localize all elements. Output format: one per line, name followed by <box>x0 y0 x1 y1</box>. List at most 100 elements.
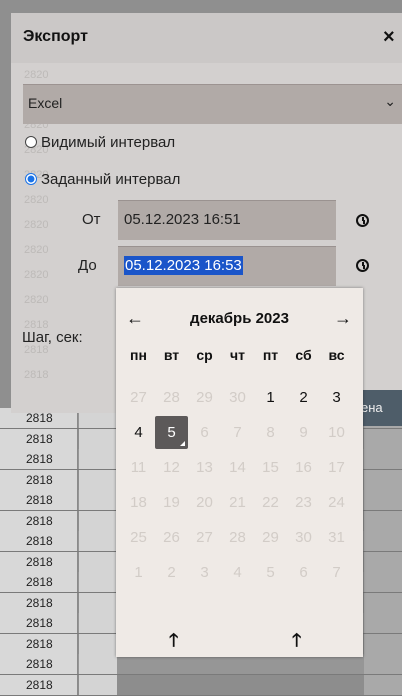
table-cell <box>79 674 117 695</box>
calendar-day[interactable]: 16 <box>287 451 320 484</box>
calendar-day[interactable]: 5 <box>155 416 188 449</box>
table-cell <box>364 449 402 469</box>
calendar-day[interactable]: 14 <box>221 451 254 484</box>
faint-number: 2820 <box>24 244 49 256</box>
calendar-day[interactable]: 4 <box>221 556 254 589</box>
calendar-day[interactable]: 30 <box>287 521 320 554</box>
table-cell <box>364 428 402 449</box>
calendar-day[interactable]: 12 <box>155 451 188 484</box>
dialog-title: Экспорт <box>23 28 88 45</box>
table-cell-value: 2818 <box>0 592 78 613</box>
radio-visible-label: Видимый интервал <box>41 134 176 151</box>
calendar-day[interactable]: 1 <box>254 381 287 414</box>
calendar-day[interactable]: 24 <box>320 486 353 519</box>
table-cell-value: 2818 <box>0 613 78 633</box>
calendar-day[interactable]: 19 <box>155 486 188 519</box>
next-month-arrow-icon[interactable]: → <box>334 308 352 329</box>
table-row[interactable]: 2818 <box>0 674 402 696</box>
faint-number: 2820 <box>24 219 49 231</box>
weekday-header: пт <box>262 347 279 363</box>
table-cell <box>79 654 117 674</box>
format-select[interactable]: Excel ⌄ <box>23 84 402 124</box>
table-cell-value: 2818 <box>0 490 78 510</box>
weekday-header: сб <box>295 347 312 363</box>
table-cell-value: 2818 <box>0 572 78 592</box>
radio-unchecked-icon <box>25 136 37 148</box>
minute-up-arrow-icon[interactable]: 🡑 <box>292 628 301 658</box>
table-cell <box>364 572 402 592</box>
calendar-day[interactable]: 7 <box>221 416 254 449</box>
table-cell <box>364 613 402 633</box>
calendar-day[interactable]: 18 <box>122 486 155 519</box>
from-label: От <box>82 211 101 228</box>
table-cell <box>79 510 117 531</box>
radio-custom-interval[interactable]: Заданный интервал <box>25 171 180 188</box>
calendar-day[interactable]: 22 <box>254 486 287 519</box>
table-cell-value: 2818 <box>0 510 78 531</box>
calendar-day[interactable]: 30 <box>221 381 254 414</box>
to-label: До <box>78 257 97 274</box>
calendar-day[interactable]: 23 <box>287 486 320 519</box>
table-cell-value: 2818 <box>0 654 78 674</box>
calendar-day[interactable]: 4 <box>122 416 155 449</box>
calendar-day[interactable]: 15 <box>254 451 287 484</box>
to-date-input[interactable]: 05.12.2023 16:53 <box>118 246 336 286</box>
format-select-value: Excel <box>28 95 63 111</box>
calendar-day[interactable]: 29 <box>254 521 287 554</box>
close-button[interactable]: × <box>383 26 395 49</box>
calendar-day[interactable]: 25 <box>122 521 155 554</box>
calendar-day[interactable]: 1 <box>122 556 155 589</box>
calendar-day[interactable]: 7 <box>320 556 353 589</box>
table-cell <box>79 551 117 572</box>
calendar-day[interactable]: 17 <box>320 451 353 484</box>
table-cell <box>364 592 402 613</box>
calendar-day[interactable]: 21 <box>221 486 254 519</box>
calendar-day[interactable]: 29 <box>188 381 221 414</box>
calendar-month-title[interactable]: декабрь 2023 <box>116 310 363 327</box>
calendar-day[interactable]: 26 <box>155 521 188 554</box>
table-cell <box>364 490 402 510</box>
calendar-day[interactable]: 8 <box>254 416 287 449</box>
dialog-header: Экспорт × <box>11 13 402 63</box>
calendar-day[interactable]: 28 <box>155 381 188 414</box>
calendar-day[interactable]: 9 <box>287 416 320 449</box>
calendar-day[interactable]: 10 <box>320 416 353 449</box>
calendar-day[interactable]: 27 <box>122 381 155 414</box>
faint-number: 2820 <box>24 294 49 306</box>
calendar-day[interactable]: 11 <box>122 451 155 484</box>
radio-checked-icon <box>25 173 37 185</box>
calendar-day[interactable]: 13 <box>188 451 221 484</box>
table-cell <box>79 613 117 633</box>
calendar-day[interactable]: 2 <box>155 556 188 589</box>
weekday-header: ср <box>196 347 213 363</box>
table-cell-value: 2818 <box>0 469 78 490</box>
calendar-day[interactable]: 6 <box>287 556 320 589</box>
calendar-day[interactable]: 20 <box>188 486 221 519</box>
from-date-input[interactable]: 05.12.2023 16:51 <box>118 200 336 240</box>
clock-icon[interactable] <box>356 259 369 272</box>
clock-icon[interactable] <box>356 214 369 227</box>
table-cell <box>364 510 402 531</box>
faint-number: 2818 <box>24 369 49 381</box>
table-cell <box>79 633 117 654</box>
table-cell <box>364 551 402 572</box>
table-cell <box>79 469 117 490</box>
step-label: Шаг, сек: <box>22 329 83 346</box>
calendar-day[interactable]: 6 <box>188 416 221 449</box>
radio-visible-interval[interactable]: Видимый интервал <box>25 134 175 151</box>
calendar-day[interactable]: 28 <box>221 521 254 554</box>
table-cell <box>364 531 402 551</box>
table-cell <box>364 674 402 695</box>
calendar-day[interactable]: 5 <box>254 556 287 589</box>
table-row[interactable]: 2818 <box>0 654 402 675</box>
table-cell-value: 2818 <box>0 531 78 551</box>
calendar-day[interactable]: 31 <box>320 521 353 554</box>
table-cell-value: 2818 <box>0 633 78 654</box>
calendar-day[interactable]: 27 <box>188 521 221 554</box>
calendar-day[interactable]: 3 <box>320 381 353 414</box>
table-cell <box>79 572 117 592</box>
calendar-day[interactable]: 2 <box>287 381 320 414</box>
hour-up-arrow-icon[interactable]: 🡑 <box>169 628 178 658</box>
calendar-day[interactable]: 3 <box>188 556 221 589</box>
to-date-value: 05.12.2023 16:53 <box>124 256 243 275</box>
